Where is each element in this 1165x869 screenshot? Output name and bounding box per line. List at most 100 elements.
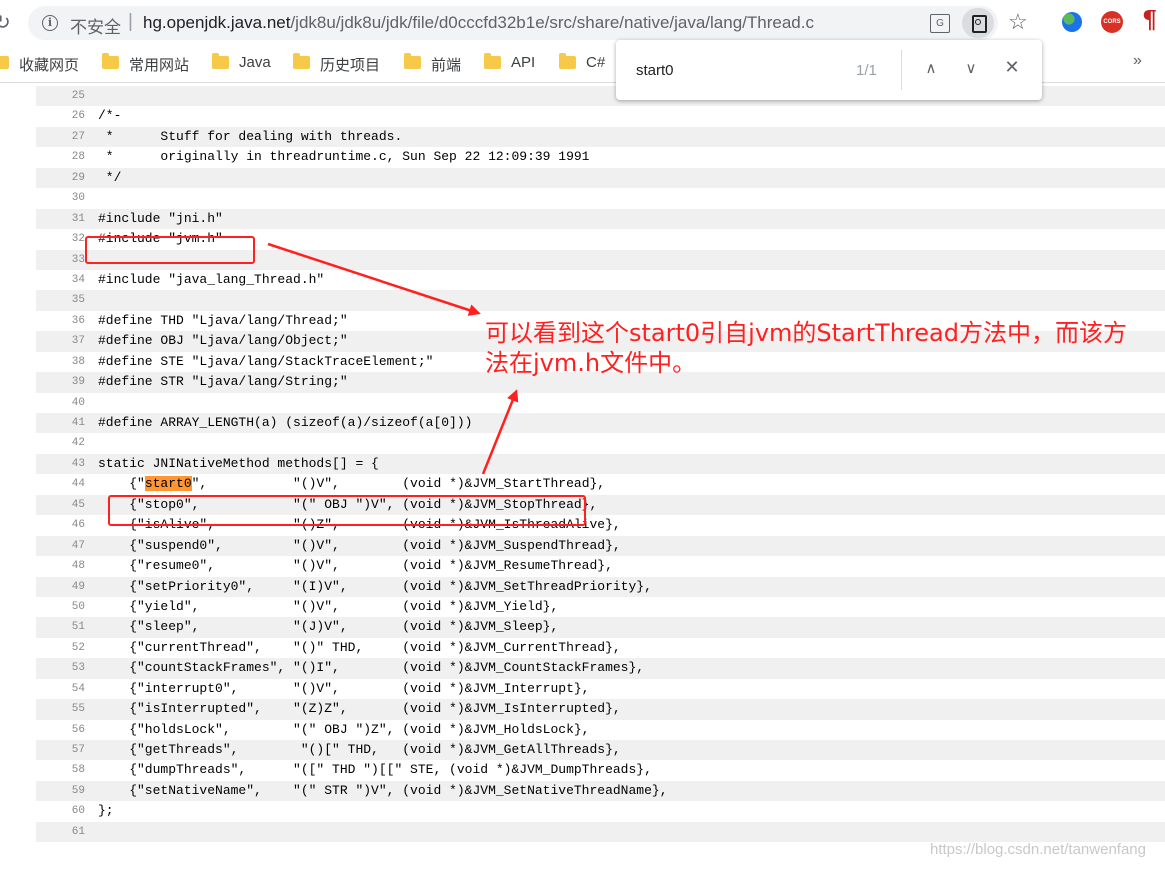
find-in-page-icon[interactable] [962,8,994,38]
line-number[interactable]: 35 [36,290,85,310]
find-bar: start0 1/1 ∧ ∨ ✕ [616,40,1042,100]
url-text[interactable]: hg.openjdk.java.net/jdk8u/jdk8u/jdk/file… [143,13,814,33]
line-number[interactable]: 52 [36,638,85,658]
bookmark-star-icon[interactable]: ☆ [1008,9,1028,35]
code-line: 27 * Stuff for dealing with threads. [36,126,1165,148]
code-text: #define STE "Ljava/lang/StackTraceElemen… [98,353,434,369]
line-number[interactable]: 54 [36,679,85,699]
globe-extension-icon[interactable] [1062,12,1082,32]
url-separator: | [128,11,133,32]
code-line: 30 [36,188,1165,208]
code-line: 49 {"setPriority0", "(I)V", (void *)&JVM… [36,576,1165,597]
line-number[interactable]: 32 [36,229,85,249]
code-text: #define THD "Ljava/lang/Thread;" [98,312,348,328]
code-text-rest: ", "()V", (void *)&JVM_StartThread}, [191,476,606,492]
line-number[interactable]: 58 [36,760,85,780]
find-close-icon[interactable]: ✕ [999,55,1025,81]
find-next-icon[interactable]: ∨ [958,55,984,81]
code-line: 57 {"getThreads", "()[" THD, (void *)&JV… [36,740,1165,761]
line-number[interactable]: 25 [36,86,85,106]
watermark: https://blog.csdn.net/tanwenfang [930,841,1146,858]
line-number[interactable]: 31 [36,209,85,229]
line-number[interactable]: 33 [36,250,85,270]
line-number[interactable]: 51 [36,617,85,637]
code-text: {"resume0", "()V", (void *)&JVM_ResumeTh… [98,558,613,574]
code-text: #include "jni.h" [98,210,223,226]
code-line: 59 {"setNativeName", "(" STR ")V", (void… [36,780,1165,802]
code-line: 47 {"suspend0", "()V", (void *)&JVM_Susp… [36,535,1165,557]
code-text: {"setPriority0", "(I)V", (void *)&JVM_Se… [98,578,652,594]
code-text: {"setNativeName", "(" STR ")V", (void *)… [98,782,668,798]
code-text: #define STR "Ljava/lang/String;" [98,374,348,390]
line-number[interactable]: 36 [36,311,85,331]
line-number[interactable]: 50 [36,597,85,617]
line-number[interactable]: 34 [36,270,85,290]
code-line: 48 {"resume0", "()V", (void *)&JVM_Resum… [36,556,1165,576]
folder-icon [559,53,576,69]
code-line: 34 #include "java_lang_Thread.h" [36,270,1165,290]
line-number[interactable]: 55 [36,699,85,719]
find-input[interactable]: start0 [636,62,674,79]
code-line: 40 [36,393,1165,413]
code-text: * originally in threadruntime.c, Sun Sep… [98,149,590,165]
line-number[interactable]: 27 [36,127,85,147]
line-number[interactable]: 45 [36,495,85,515]
code-line: 51 {"sleep", "(J)V", (void *)&JVM_Sleep}… [36,617,1165,638]
code-line: 53 {"countStackFrames", "()I", (void *)&… [36,658,1165,679]
line-number[interactable]: 49 [36,577,85,597]
reload-icon[interactable]: ↻ [0,10,11,34]
folder-icon [484,53,501,69]
line-number[interactable]: 42 [36,433,85,453]
line-number[interactable]: 61 [36,822,85,842]
code-text: }; [98,803,114,819]
code-line: 35 [36,290,1165,311]
line-number[interactable]: 29 [36,168,85,188]
line-number[interactable]: 38 [36,352,85,372]
line-number[interactable]: 41 [36,413,85,433]
line-number[interactable]: 44 [36,474,85,494]
code-line: 56 {"holdsLock", "(" OBJ ")Z", (void *)&… [36,720,1165,740]
jvm-include-highlight-box [85,236,255,264]
line-number[interactable]: 53 [36,658,85,678]
code-text: {"start0", "()V", (void *)&JVM_StartThre… [98,474,605,494]
code-line: 31 #include "jni.h" [36,208,1165,230]
info-icon[interactable]: i [42,15,58,31]
bookmarks-overflow-button[interactable]: » [1133,52,1142,70]
line-number[interactable]: 40 [36,393,85,413]
code-line: 50 {"yield", "()V", (void *)&JVM_Yield}, [36,597,1165,617]
find-divider [901,50,902,90]
line-number[interactable]: 46 [36,515,85,535]
folder-icon [212,53,229,69]
line-number[interactable]: 28 [36,147,85,167]
line-number[interactable]: 60 [36,801,85,821]
line-number[interactable]: 37 [36,331,85,351]
code-text: /*- [98,108,122,124]
line-number[interactable]: 47 [36,536,85,556]
code-text: {"dumpThreads", "([" THD ")[[" STE, (voi… [98,762,652,778]
code-line: 52 {"currentThread", "()" THD, (void *)&… [36,638,1165,658]
translate-icon[interactable]: G [930,14,950,33]
start0-highlight-box [108,495,586,526]
line-number[interactable]: 48 [36,556,85,576]
code-text: #define OBJ "Ljava/lang/Object;" [98,333,348,349]
code-text: {"holdsLock", "(" OBJ ")Z", (void *)&JVM… [98,721,590,737]
code-line: 61 [36,821,1165,843]
line-number[interactable]: 56 [36,720,85,740]
line-number[interactable]: 26 [36,106,85,126]
pilcrow-extension-icon[interactable]: ¶ [1142,5,1157,34]
cors-extension-icon[interactable]: CORS [1101,11,1123,33]
line-number[interactable]: 57 [36,740,85,760]
line-number[interactable]: 30 [36,188,85,208]
code-line: 43 static JNINativeMethod methods[] = { [36,453,1165,475]
code-text: */ [98,169,122,185]
code-text: * Stuff for dealing with threads. [98,128,403,144]
code-text: {"suspend0", "()V", (void *)&JVM_Suspend… [98,537,621,553]
folder-icon [102,53,119,69]
line-number[interactable]: 59 [36,781,85,801]
line-number[interactable]: 43 [36,454,85,474]
insecure-label[interactable]: 不安全 [70,13,121,38]
address-bar[interactable]: i 不安全 | hg.openjdk.java.net/jdk8u/jdk8u/… [28,6,1028,40]
find-previous-icon[interactable]: ∧ [918,55,944,81]
code-line: 42 [36,433,1165,453]
line-number[interactable]: 39 [36,372,85,392]
